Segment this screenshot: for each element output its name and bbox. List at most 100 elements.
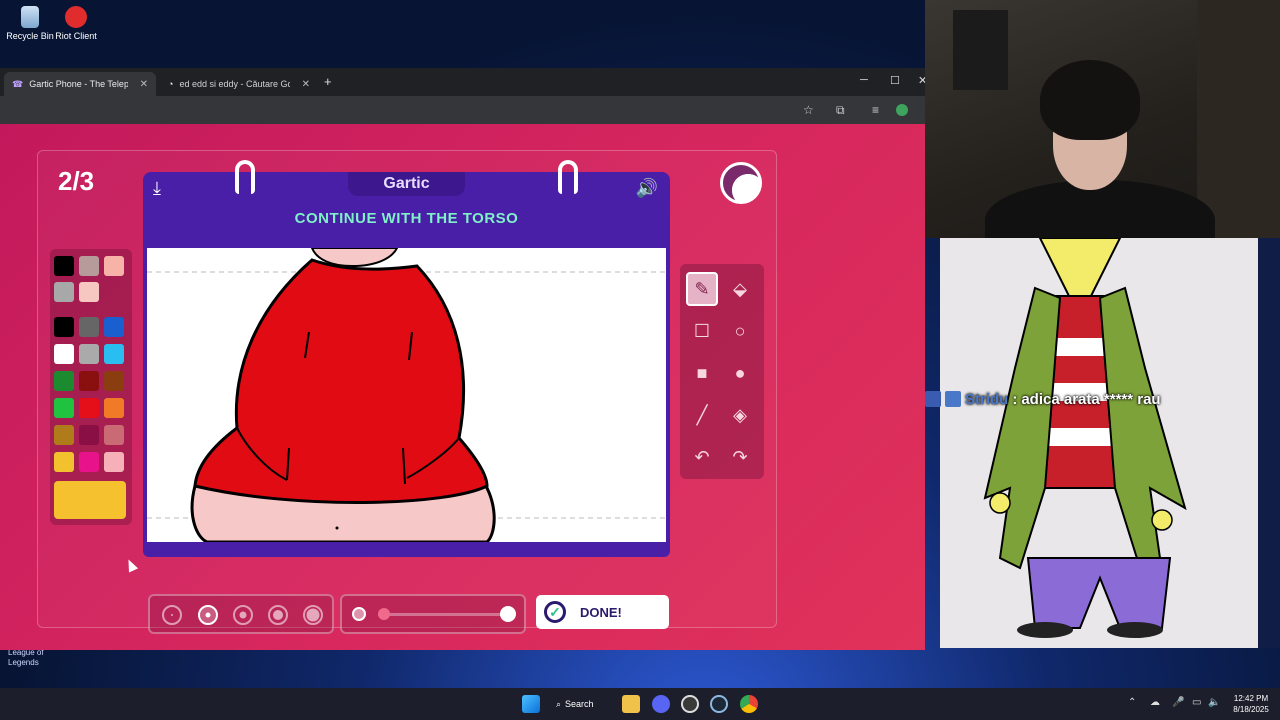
color-swatch[interactable]	[104, 398, 124, 418]
slider-handle[interactable]	[378, 608, 390, 620]
color-swatch[interactable]	[104, 256, 124, 276]
close-tab-icon[interactable]: ✕	[302, 79, 310, 90]
pencil-icon: ✎	[694, 278, 710, 299]
chat-separator: :	[1012, 390, 1018, 408]
tab-bar: ☎ Gartic Phone - The Telephone G ✕ ◔ ed …	[0, 68, 925, 96]
brush-size-2[interactable]	[198, 605, 218, 625]
download-icon[interactable]: ⤓	[153, 178, 161, 199]
browser-window: ☎ Gartic Phone - The Telephone G ✕ ◔ ed …	[0, 68, 925, 650]
line-tool[interactable]: ╱	[686, 398, 718, 432]
tab-google-search[interactable]: ◔ ed edd si eddy - Căutare Googl ✕	[160, 72, 318, 96]
eraser-tool[interactable]: ⬙	[724, 272, 756, 306]
undo-tool[interactable]: ↶	[686, 440, 718, 474]
brush-size-5[interactable]	[303, 605, 323, 625]
search-icon: ⌕	[556, 698, 562, 709]
color-swatch[interactable]	[79, 344, 99, 364]
extensions-icon[interactable]: ⧉	[836, 103, 845, 118]
redo-icon: ↷	[732, 446, 748, 467]
minimize-icon[interactable]: ─	[860, 74, 868, 86]
pencil-tool[interactable]: ✎	[686, 272, 718, 306]
eraser-icon: ⬙	[733, 278, 747, 299]
fill-bucket-tool[interactable]: ◈	[724, 398, 756, 432]
steam-icon[interactable]	[710, 695, 728, 713]
windows-start-icon[interactable]	[522, 695, 540, 713]
color-swatch[interactable]	[104, 452, 124, 472]
gartic-game-page: 2/3 ⤓ Gartic 🔊 CONTINUE WITH THE TORSO ✎…	[0, 124, 925, 650]
clock-time: 12:42 PM	[1233, 694, 1269, 703]
discord-icon[interactable]	[652, 695, 670, 713]
tab-title: ed edd si eddy - Căutare Googl	[179, 79, 289, 89]
stream-chat-message: Stridu: adica arata ***** rau	[925, 388, 1161, 410]
chat-badge-icon	[925, 391, 941, 407]
tab-gartic-phone[interactable]: ☎ Gartic Phone - The Telephone G ✕	[4, 72, 156, 96]
color-swatch[interactable]	[54, 371, 74, 391]
slider-track[interactable]	[378, 613, 504, 616]
line-icon: ╱	[696, 404, 708, 425]
close-window-icon[interactable]: ✕	[918, 74, 925, 87]
profile-avatar[interactable]	[896, 104, 908, 116]
binder-ring-icon	[235, 160, 255, 194]
rectangle-outline-tool[interactable]: ☐	[686, 314, 718, 348]
color-swatch[interactable]	[79, 452, 99, 472]
ellipse-fill-tool[interactable]: ●	[724, 356, 756, 390]
color-swatch[interactable]	[79, 256, 99, 276]
color-swatch[interactable]	[104, 344, 124, 364]
file-explorer-icon[interactable]	[622, 695, 640, 713]
new-tab-icon[interactable]: +	[324, 74, 332, 89]
color-swatch[interactable]	[79, 398, 99, 418]
board-header: ⤓ Gartic 🔊 CONTINUE WITH THE TORSO	[143, 160, 670, 244]
drawing-canvas[interactable]	[147, 248, 666, 542]
taskbar-clock[interactable]: 12:42 PM 8/18/2025	[1226, 693, 1276, 715]
star-icon[interactable]: ☆	[803, 103, 814, 117]
brush-size-3[interactable]	[233, 605, 253, 625]
brush-size-1[interactable]	[162, 605, 182, 625]
color-swatch[interactable]	[54, 344, 74, 364]
round-counter: 2/3	[58, 166, 95, 196]
color-swatch[interactable]	[79, 317, 99, 337]
color-swatch[interactable]	[79, 282, 99, 302]
color-swatch[interactable]	[54, 452, 74, 472]
done-button[interactable]: ✓ DONE!	[536, 595, 669, 629]
chrome-icon[interactable]	[740, 695, 758, 713]
microphone-icon[interactable]: 🎤	[1172, 697, 1184, 708]
redo-tool[interactable]: ↷	[724, 440, 756, 474]
desktop-icon-label: Riot Client	[55, 31, 97, 41]
color-swatch[interactable]	[54, 398, 74, 418]
desktop-icon-riot-client[interactable]: Riot Client	[46, 6, 106, 41]
chat-username: Stridu	[965, 390, 1009, 408]
volume-icon[interactable]: 🔈	[1208, 697, 1220, 708]
webcam-person-hair	[1040, 60, 1140, 140]
close-tab-icon[interactable]: ✕	[140, 79, 148, 90]
chat-text: adica arata ***** rau	[1021, 390, 1161, 408]
color-swatch[interactable]	[104, 425, 124, 445]
undo-icon: ↶	[694, 446, 710, 467]
taskbar-search[interactable]: ⌕ Search	[556, 693, 608, 715]
color-swatch[interactable]	[54, 425, 74, 445]
display-icon[interactable]: ▭	[1192, 697, 1201, 708]
rectangle-fill-tool[interactable]: ■	[686, 356, 718, 390]
color-swatch[interactable]	[54, 282, 74, 302]
app-icon[interactable]	[681, 695, 699, 713]
color-swatch[interactable]	[79, 371, 99, 391]
chevron-up-icon[interactable]: ⌃	[1128, 697, 1136, 708]
opacity-slider[interactable]	[340, 594, 526, 634]
network-icon[interactable]: ☁	[1150, 697, 1160, 708]
color-swatch[interactable]	[79, 425, 99, 445]
ellipse-outline-tool[interactable]: ○	[724, 314, 756, 348]
brush-size-4[interactable]	[268, 605, 288, 625]
color-swatch[interactable]	[54, 256, 74, 276]
gartic-logo: Gartic	[348, 172, 465, 196]
drawing-prompt: CONTINUE WITH THE TORSO	[294, 210, 519, 227]
timer-icon	[720, 162, 762, 204]
color-swatch[interactable]	[54, 317, 74, 337]
league-of-legends-label[interactable]: League of Legends	[8, 648, 48, 668]
color-swatch[interactable]	[104, 317, 124, 337]
color-swatch[interactable]	[104, 371, 124, 391]
sound-icon[interactable]: 🔊	[636, 178, 658, 199]
webcam-background-frame	[953, 10, 1008, 90]
windows-taskbar: ⌕ Search ⌃ ☁ 🎤 ▭ 🔈 12:42 PM 8/18/2025	[0, 688, 1280, 720]
media-icon[interactable]: ≡	[872, 103, 879, 117]
riot-client-icon	[65, 6, 87, 28]
desktop-edge	[1258, 238, 1280, 648]
maximize-icon[interactable]: ☐	[890, 74, 900, 87]
